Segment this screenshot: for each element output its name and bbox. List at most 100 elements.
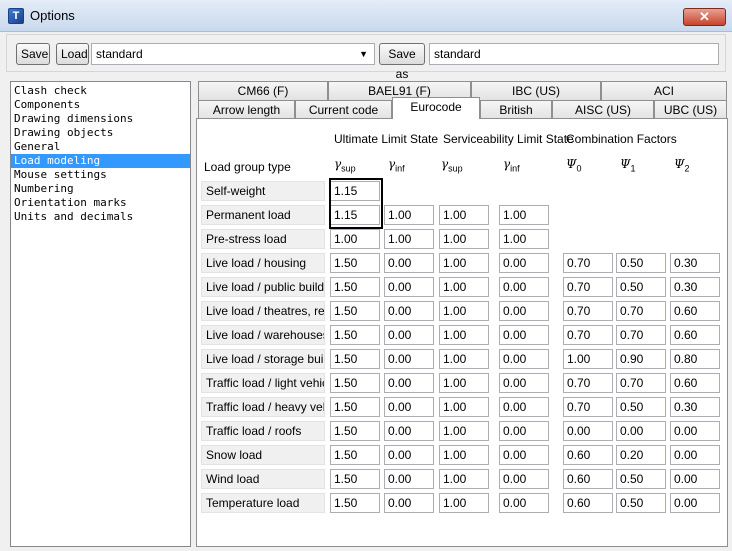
value-field-sls-gamma-sup[interactable]: 1.00 [439,325,489,345]
value-field-psi-1[interactable]: 0.50 [616,469,666,489]
value-field-psi-1[interactable]: 0.70 [616,325,666,345]
value-field-uls-gamma-inf[interactable]: 0.00 [384,493,434,513]
save-button[interactable]: Save [16,43,50,65]
sidebar-item-components[interactable]: Components [11,98,190,112]
value-field-sls-gamma-sup[interactable]: 1.00 [439,277,489,297]
value-field-sls-gamma-sup[interactable]: 1.00 [439,301,489,321]
value-field-uls-gamma-sup[interactable]: 1.50 [330,421,380,441]
value-field-sls-gamma-inf[interactable]: 0.00 [499,469,549,489]
sidebar-item-units-and-decimals[interactable]: Units and decimals [11,210,190,224]
value-field-sls-gamma-sup[interactable]: 1.00 [439,229,489,249]
value-field-psi-1[interactable]: 0.50 [616,493,666,513]
value-field-psi-2[interactable]: 0.30 [670,277,720,297]
value-field-psi-0[interactable]: 0.70 [563,277,613,297]
load-button[interactable]: Load [56,43,89,65]
sidebar-item-clash-check[interactable]: Clash check [11,84,190,98]
value-field-uls-gamma-inf[interactable]: 0.00 [384,253,434,273]
value-field-psi-0[interactable]: 0.70 [563,253,613,273]
value-field-psi-2[interactable]: 0.00 [670,421,720,441]
tab-eurocode[interactable]: Eurocode [392,97,480,119]
value-field-psi-2[interactable]: 0.80 [670,349,720,369]
value-field-psi-0[interactable]: 0.00 [563,421,613,441]
value-field-uls-gamma-sup[interactable]: 1.50 [330,325,380,345]
save-as-input[interactable]: standard [429,43,719,65]
tab-cm66-f[interactable]: CM66 (F) [198,81,328,100]
value-field-sls-gamma-inf[interactable]: 0.00 [499,373,549,393]
value-field-uls-gamma-inf[interactable]: 1.00 [384,205,434,225]
value-field-sls-gamma-inf[interactable]: 0.00 [499,325,549,345]
value-field-uls-gamma-sup[interactable]: 1.50 [330,277,380,297]
value-field-uls-gamma-inf[interactable]: 1.00 [384,229,434,249]
value-field-sls-gamma-sup[interactable]: 1.00 [439,493,489,513]
value-field-sls-gamma-inf[interactable]: 0.00 [499,421,549,441]
value-field-psi-2[interactable]: 0.60 [670,301,720,321]
value-field-psi-1[interactable]: 0.70 [616,373,666,393]
value-field-psi-1[interactable]: 0.70 [616,301,666,321]
value-field-psi-2[interactable]: 0.00 [670,445,720,465]
save-as-button[interactable]: Save as [379,43,425,81]
tab-ubc-us[interactable]: UBC (US) [654,100,727,119]
sidebar-item-mouse-settings[interactable]: Mouse settings [11,168,190,182]
sidebar-item-general[interactable]: General [11,140,190,154]
value-field-psi-1[interactable]: 0.90 [616,349,666,369]
value-field-uls-gamma-inf[interactable]: 0.00 [384,421,434,441]
value-field-psi-2[interactable]: 0.60 [670,373,720,393]
value-field-psi-0[interactable]: 0.70 [563,397,613,417]
value-field-sls-gamma-sup[interactable]: 1.00 [439,445,489,465]
value-field-uls-gamma-inf[interactable]: 0.00 [384,397,434,417]
tab-aisc-us[interactable]: AISC (US) [552,100,654,119]
value-field-sls-gamma-sup[interactable]: 1.00 [439,397,489,417]
value-field-uls-gamma-sup[interactable]: 1.50 [330,373,380,393]
close-button[interactable]: ✕ [683,8,726,26]
value-field-psi-0[interactable]: 0.60 [563,493,613,513]
sidebar-item-load-modeling[interactable]: Load modeling [11,154,190,168]
value-field-uls-gamma-inf[interactable]: 0.00 [384,277,434,297]
value-field-sls-gamma-inf[interactable]: 0.00 [499,397,549,417]
value-field-psi-2[interactable]: 0.00 [670,469,720,489]
value-field-psi-2[interactable]: 0.30 [670,253,720,273]
value-field-uls-gamma-inf[interactable]: 0.00 [384,349,434,369]
value-field-sls-gamma-inf[interactable]: 0.00 [499,253,549,273]
value-field-psi-1[interactable]: 0.50 [616,397,666,417]
value-field-psi-0[interactable]: 0.70 [563,301,613,321]
value-field-uls-gamma-sup[interactable]: 1.50 [330,493,380,513]
value-field-sls-gamma-sup[interactable]: 1.00 [439,253,489,273]
value-field-uls-gamma-sup[interactable]: 1.50 [330,445,380,465]
value-field-uls-gamma-sup[interactable]: 1.00 [330,229,380,249]
value-field-psi-1[interactable]: 0.20 [616,445,666,465]
sidebar-item-drawing-dimensions[interactable]: Drawing dimensions [11,112,190,126]
value-field-sls-gamma-inf[interactable]: 0.00 [499,445,549,465]
value-field-psi-2[interactable]: 0.00 [670,493,720,513]
value-field-uls-gamma-sup[interactable]: 1.15 [330,181,380,201]
value-field-sls-gamma-inf[interactable]: 0.00 [499,349,549,369]
value-field-uls-gamma-sup[interactable]: 1.50 [330,349,380,369]
value-field-psi-1[interactable]: 0.50 [616,253,666,273]
value-field-sls-gamma-inf[interactable]: 0.00 [499,493,549,513]
value-field-psi-2[interactable]: 0.30 [670,397,720,417]
value-field-psi-0[interactable]: 0.60 [563,445,613,465]
value-field-psi-0[interactable]: 0.70 [563,373,613,393]
value-field-uls-gamma-inf[interactable]: 0.00 [384,469,434,489]
value-field-uls-gamma-sup[interactable]: 1.15 [330,205,380,225]
sidebar-item-numbering[interactable]: Numbering [11,182,190,196]
value-field-uls-gamma-inf[interactable]: 0.00 [384,445,434,465]
value-field-psi-0[interactable]: 0.60 [563,469,613,489]
settings-combo[interactable]: standard ▼ [91,43,375,65]
value-field-uls-gamma-inf[interactable]: 0.00 [384,325,434,345]
value-field-sls-gamma-sup[interactable]: 1.00 [439,373,489,393]
value-field-uls-gamma-sup[interactable]: 1.50 [330,253,380,273]
value-field-psi-0[interactable]: 0.70 [563,325,613,345]
value-field-sls-gamma-inf[interactable]: 0.00 [499,277,549,297]
sidebar-item-orientation-marks[interactable]: Orientation marks [11,196,190,210]
value-field-sls-gamma-sup[interactable]: 1.00 [439,349,489,369]
value-field-sls-gamma-sup[interactable]: 1.00 [439,205,489,225]
value-field-uls-gamma-sup[interactable]: 1.50 [330,469,380,489]
value-field-sls-gamma-inf[interactable]: 1.00 [499,205,549,225]
value-field-uls-gamma-sup[interactable]: 1.50 [330,397,380,417]
tab-arrow-length[interactable]: Arrow length [198,100,295,119]
value-field-sls-gamma-sup[interactable]: 1.00 [439,421,489,441]
tab-current-code[interactable]: Current code [295,100,392,119]
value-field-sls-gamma-inf[interactable]: 0.00 [499,301,549,321]
value-field-psi-0[interactable]: 1.00 [563,349,613,369]
value-field-sls-gamma-sup[interactable]: 1.00 [439,469,489,489]
